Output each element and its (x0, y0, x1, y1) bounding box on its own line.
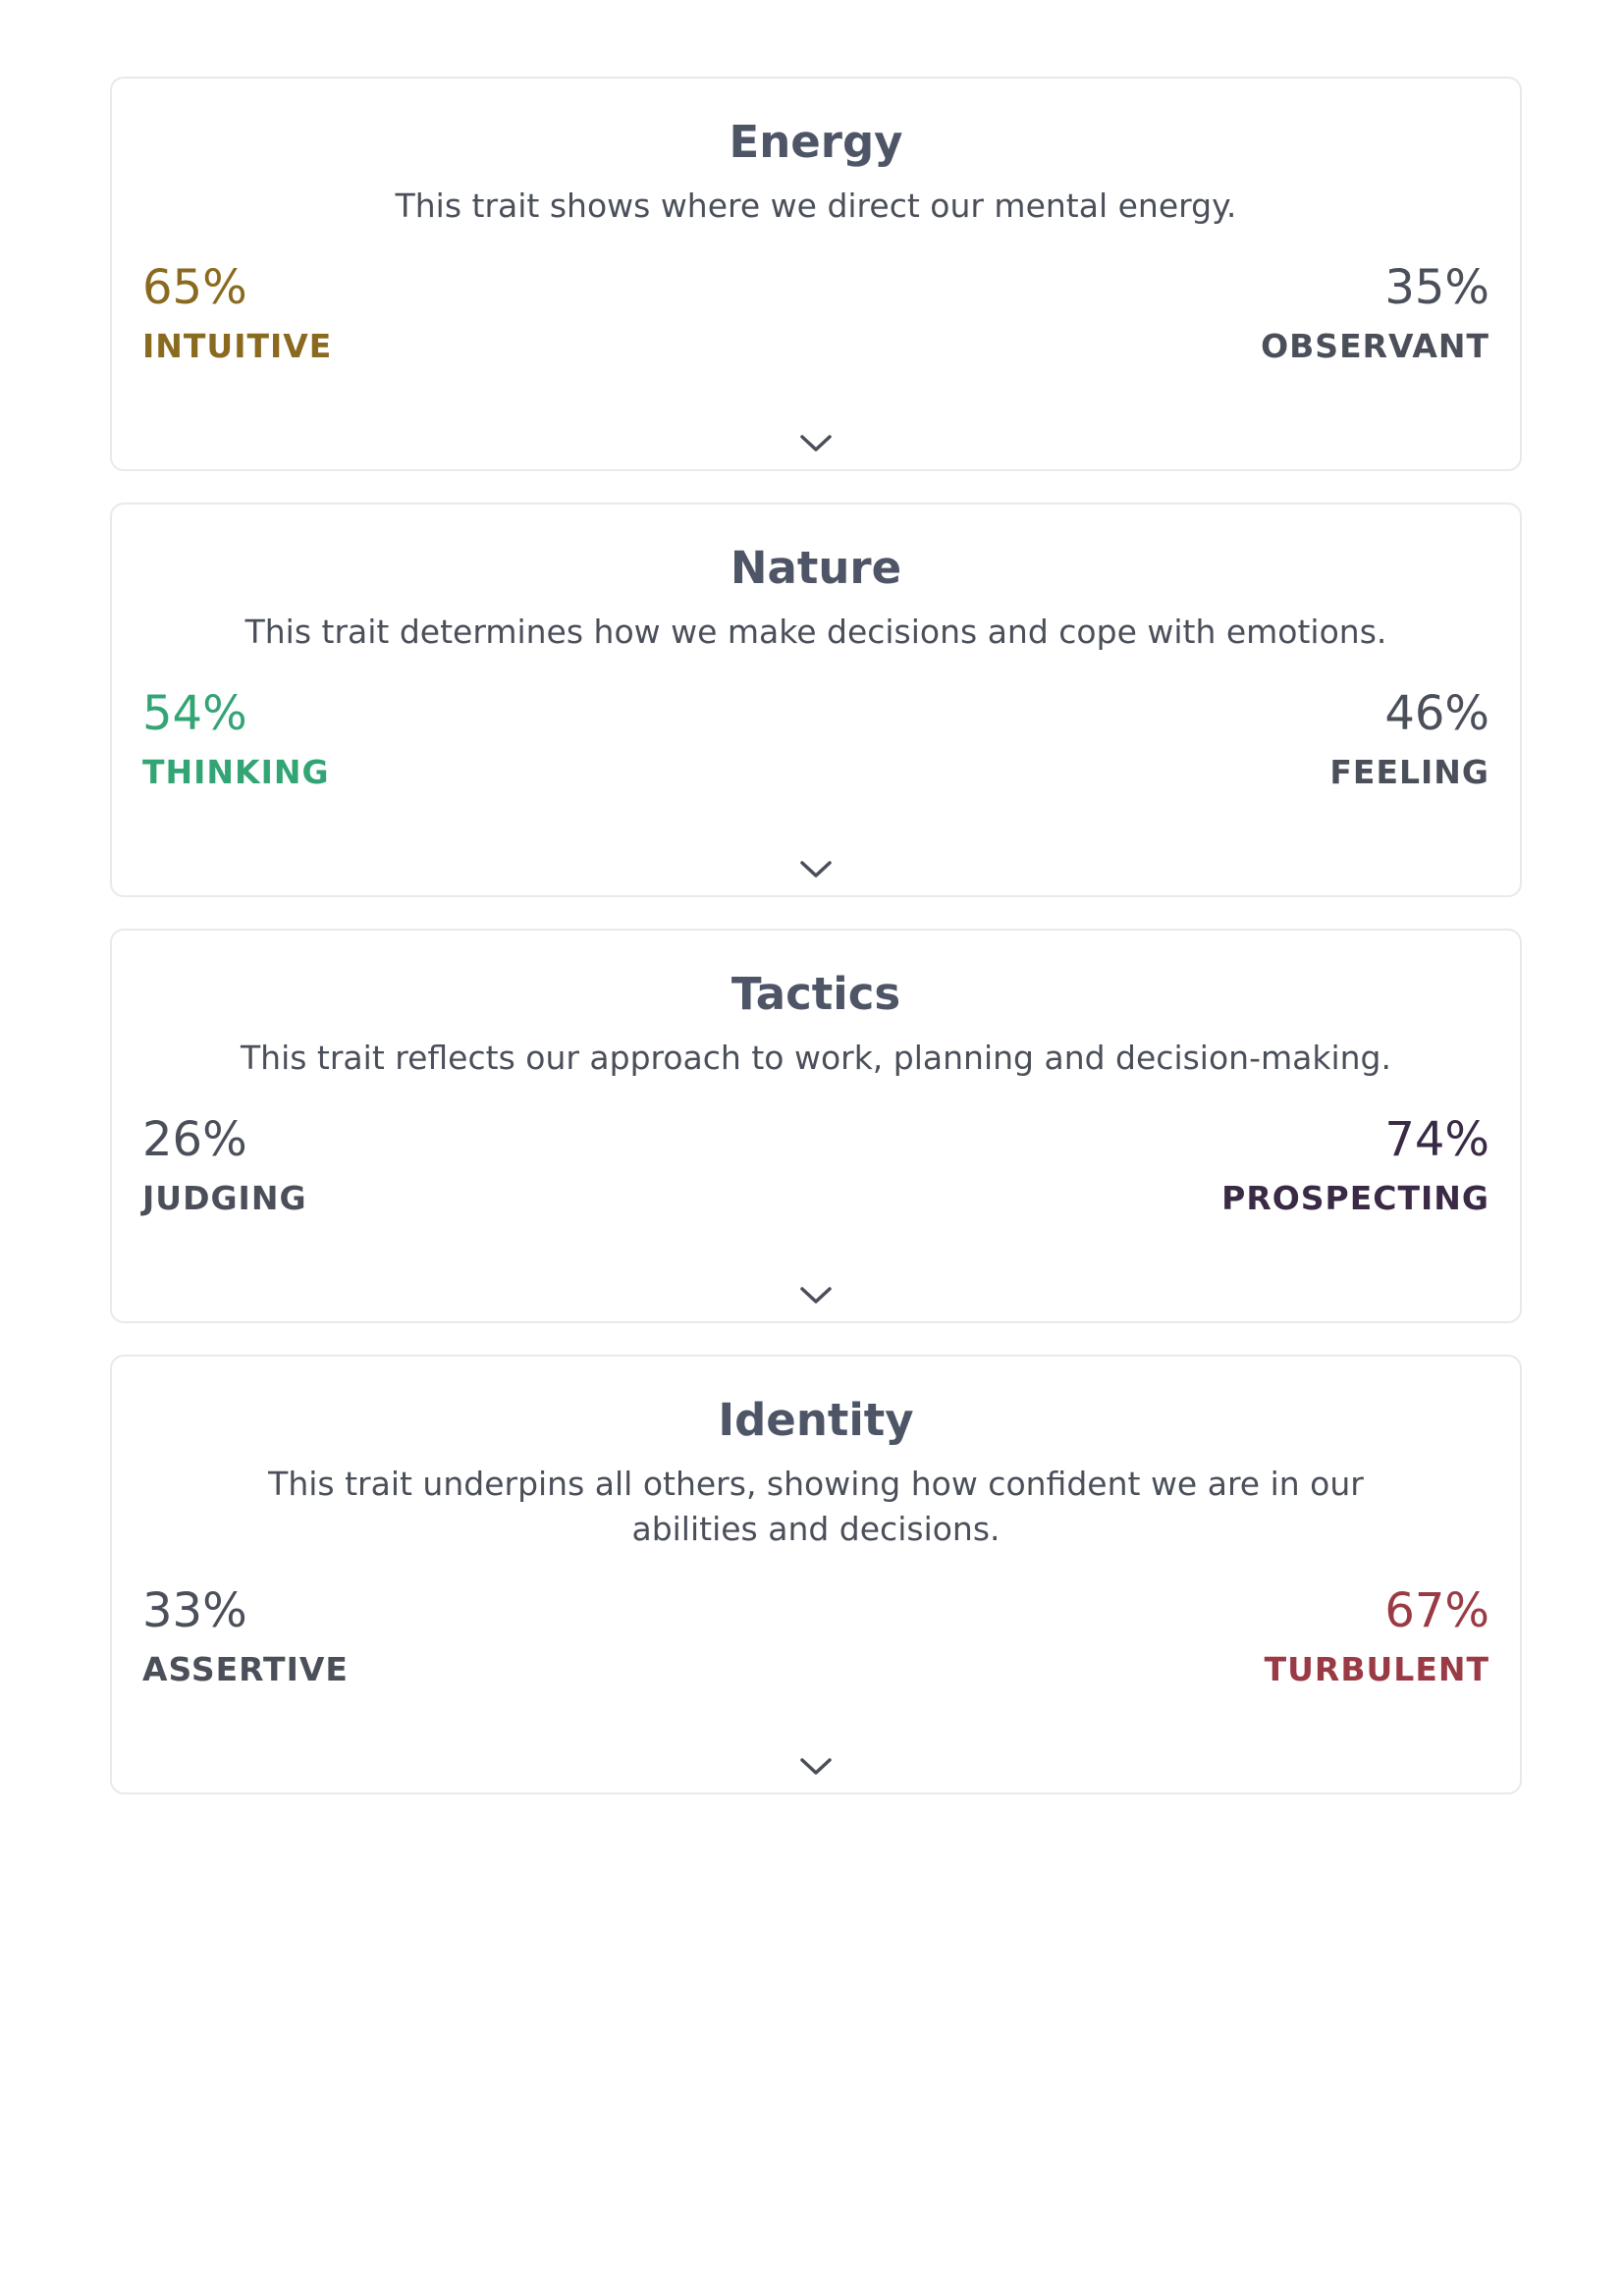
left-label: THINKING (142, 753, 330, 791)
chevron-down-icon[interactable] (796, 1753, 836, 1781)
trait-right-side: 74% PROSPECTING (1221, 1110, 1489, 1220)
trait-split: 26% JUDGING 74% PROSPECTING (142, 1110, 1489, 1220)
trait-right-side: 67% TURBULENT (1265, 1581, 1489, 1691)
chevron-down-icon[interactable] (796, 1282, 836, 1309)
right-label: FEELING (1329, 753, 1489, 791)
trait-title: Tactics (730, 968, 901, 1020)
left-percent: 54% (142, 686, 247, 741)
trait-left-side: 33% ASSERTIVE (142, 1581, 349, 1691)
trait-title: Identity (718, 1394, 914, 1446)
left-label: JUDGING (142, 1179, 307, 1217)
trait-split: 33% ASSERTIVE 67% TURBULENT (142, 1581, 1489, 1691)
trait-card-nature[interactable]: Nature This trait determines how we make… (110, 503, 1522, 897)
chevron-down-icon[interactable] (796, 856, 836, 883)
right-percent: 35% (1384, 260, 1489, 315)
trait-card-energy[interactable]: Energy This trait shows where we direct … (110, 77, 1522, 471)
right-percent: 46% (1384, 686, 1489, 741)
left-label: INTUITIVE (142, 327, 333, 365)
right-percent: 67% (1384, 1583, 1489, 1638)
right-label: OBSERVANT (1261, 327, 1489, 365)
trait-right-side: 35% OBSERVANT (1261, 258, 1489, 368)
trait-left-side: 65% INTUITIVE (142, 258, 332, 368)
trait-split: 54% THINKING 46% FEELING (142, 684, 1489, 794)
left-percent: 26% (142, 1112, 247, 1167)
left-percent: 33% (142, 1583, 247, 1638)
trait-card-tactics[interactable]: Tactics This trait reflects our approach… (110, 929, 1522, 1323)
left-label: ASSERTIVE (142, 1650, 349, 1688)
trait-description: This trait determines how we make decisi… (244, 613, 1387, 651)
trait-description: This trait reflects our approach to work… (241, 1039, 1391, 1077)
trait-split: 65% INTUITIVE 35% OBSERVANT (142, 258, 1489, 368)
right-label: TURBULENT (1264, 1650, 1489, 1688)
right-percent: 74% (1384, 1112, 1489, 1167)
trait-cards-list: Energy This trait shows where we direct … (110, 77, 1522, 1826)
trait-description: This trait underpins all others, showing… (268, 1465, 1364, 1548)
trait-left-side: 54% THINKING (142, 684, 330, 794)
left-percent: 65% (142, 260, 247, 315)
trait-description: This trait shows where we direct our men… (395, 187, 1237, 225)
trait-right-side: 46% FEELING (1329, 684, 1489, 794)
chevron-down-icon[interactable] (796, 430, 836, 457)
trait-title: Nature (730, 542, 902, 594)
trait-card-identity[interactable]: Identity This trait underpins all others… (110, 1355, 1522, 1794)
trait-title: Energy (729, 116, 903, 168)
right-label: PROSPECTING (1221, 1179, 1489, 1217)
trait-left-side: 26% JUDGING (142, 1110, 307, 1220)
